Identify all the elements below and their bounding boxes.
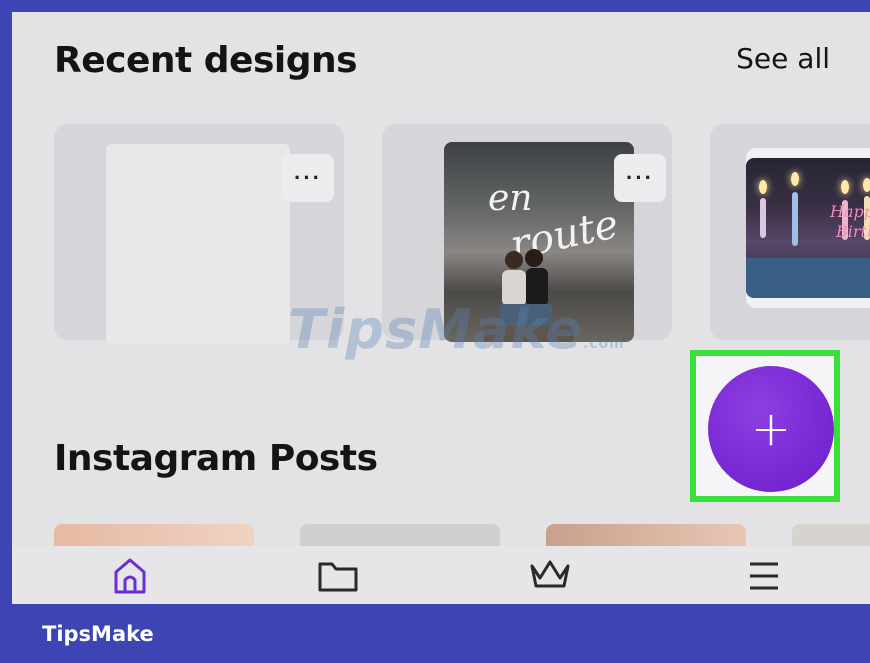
more-options-button[interactable]: ··· xyxy=(282,154,334,202)
folder-icon[interactable] xyxy=(316,552,360,596)
instagram-post-thumbnail[interactable] xyxy=(300,524,500,546)
thumbnail-script-text: Happy xyxy=(830,202,870,221)
plus-icon: + xyxy=(750,401,792,457)
bottom-navigation xyxy=(12,546,870,604)
recent-designs-title: Recent designs xyxy=(54,40,358,81)
instagram-post-thumbnail[interactable] xyxy=(54,524,254,546)
instagram-post-thumbnail[interactable] xyxy=(546,524,746,546)
instagram-posts-title: Instagram Posts xyxy=(54,438,378,479)
watermark-logo: TipsMake.com xyxy=(288,298,625,361)
cake-illustration xyxy=(746,258,870,298)
thumbnail-script-text: en xyxy=(488,178,533,219)
create-design-button[interactable]: + xyxy=(708,366,834,492)
outer-frame: Recent designs See all ··· en route ··· … xyxy=(0,0,870,663)
footer-brand-label: TipsMake xyxy=(42,622,154,646)
menu-icon[interactable] xyxy=(742,552,786,596)
design-thumbnail-birthday: Happy Birthday xyxy=(746,158,870,298)
design-card-3[interactable]: Happy Birthday xyxy=(710,124,870,340)
thumbnail-script-text: Birthday xyxy=(836,222,870,241)
crown-icon[interactable] xyxy=(528,552,572,596)
design-thumbnail-blank xyxy=(106,144,290,344)
more-options-button[interactable]: ··· xyxy=(614,154,666,202)
see-all-link[interactable]: See all xyxy=(736,42,830,75)
app-screen: Recent designs See all ··· en route ··· … xyxy=(12,12,870,604)
instagram-post-thumbnail[interactable] xyxy=(792,524,870,546)
home-icon[interactable] xyxy=(108,552,152,596)
